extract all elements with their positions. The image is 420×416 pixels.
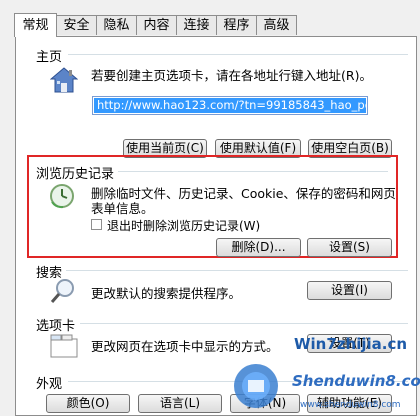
tab-content[interactable]: 内容 bbox=[136, 15, 177, 35]
tabs-icon bbox=[50, 334, 78, 358]
magnifier-icon bbox=[50, 278, 76, 304]
tab-connections[interactable]: 连接 bbox=[176, 15, 217, 35]
homepage-url-text: http://www.hao123.com/?tn=99185843_hao_p… bbox=[94, 98, 366, 113]
languages-button[interactable]: 语言(L) bbox=[138, 394, 222, 413]
history-description-line2: 表单信息。 bbox=[91, 201, 154, 216]
appearance-section-title: 外观 bbox=[36, 377, 63, 392]
colors-button[interactable]: 颜色(O) bbox=[46, 394, 130, 413]
homepage-section-title: 主页 bbox=[36, 50, 63, 65]
tab-general[interactable]: 常规 bbox=[14, 13, 57, 37]
watermark-logo-icon bbox=[226, 356, 292, 410]
delete-on-exit-checkbox[interactable] bbox=[91, 219, 102, 230]
watermark-text-shenduwin8: Shenduwin8.com bbox=[292, 372, 420, 390]
tab-privacy[interactable]: 隐私 bbox=[96, 15, 137, 35]
tabs-section-title: 选项卡 bbox=[36, 319, 76, 334]
history-section-title: 浏览历史记录 bbox=[36, 167, 115, 182]
clock-icon bbox=[49, 183, 75, 209]
homepage-url-field[interactable]: http://www.hao123.com/?tn=99185843_hao_p… bbox=[92, 96, 368, 115]
tab-advanced[interactable]: 高级 bbox=[256, 15, 297, 35]
search-settings-button[interactable]: 设置(I) bbox=[307, 281, 392, 300]
tabs-description: 更改网页在选项卡中显示的方式。 bbox=[91, 339, 279, 354]
divider bbox=[118, 171, 388, 172]
watermark-url: www.shenduwin8.com bbox=[300, 400, 401, 410]
tab-security[interactable]: 安全 bbox=[56, 15, 97, 35]
delete-on-exit-label: 退出时删除浏览历史记录(W) bbox=[107, 219, 261, 233]
delete-history-button[interactable]: 删除(D)... bbox=[216, 238, 301, 257]
divider bbox=[80, 323, 408, 324]
divider bbox=[68, 54, 408, 55]
tab-programs[interactable]: 程序 bbox=[216, 15, 257, 35]
search-description: 更改默认的搜索提供程序。 bbox=[91, 286, 242, 301]
house-icon bbox=[49, 66, 79, 94]
divider bbox=[66, 270, 408, 271]
homepage-description: 若要创建主页选项卡，请在各地址行键入地址(R)。 bbox=[91, 68, 372, 83]
watermark-text-win7: Win7zhijia.cn bbox=[294, 335, 408, 353]
history-settings-button[interactable]: 设置(S) bbox=[307, 238, 392, 257]
